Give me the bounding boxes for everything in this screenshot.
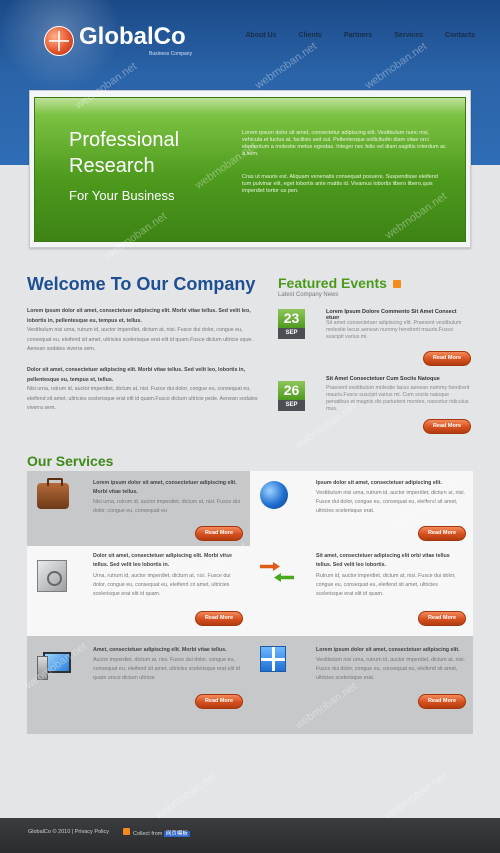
service-card: Amet, consectetuer adipiscing elit. Morb… [27, 636, 250, 734]
event-date-badge: 26 SEP [278, 381, 305, 411]
featured-events-subtitle: Latest Company News [278, 292, 339, 298]
banner-subheading: For Your Business [69, 188, 175, 203]
service-card: Lorem ipsum dolor sit amet, consectetuer… [250, 636, 473, 734]
welcome-lead-2: Dolor sit amet, consectetuer adipiscing … [27, 367, 246, 383]
footer: GlobalCo © 2010 | Privacy Policy Collect… [0, 818, 500, 853]
welcome-text-2: Nisi urna, rutrum id, auctor imperdiet, … [27, 386, 258, 411]
welcome-text-1: Vestibulum nisi urna, rutrum id, auctor … [27, 327, 253, 352]
services-grid: Lorem ipsum dolor sit amet, consectetuer… [27, 471, 473, 734]
globe-logo-icon [44, 26, 74, 56]
service-title: Dolor sit amet, consectetuer adipiscing … [93, 553, 232, 568]
service-read-more-button[interactable]: Read More [418, 694, 466, 709]
welcome-lead-1: Lorem ipsum dolor sit amet, consectetuer… [27, 308, 251, 324]
event-read-more-button[interactable]: Read More [423, 419, 471, 434]
banner-heading: Professional Research [69, 129, 180, 177]
banner-text-1: Lorem ipsum dolor sit amet, consectetur … [242, 130, 446, 157]
footer-copyright: GlobalCo © 2010 | Privacy Policy [28, 829, 109, 835]
nav-services[interactable]: Services [394, 32, 423, 39]
hero-banner: Professional Research For Your Business … [34, 97, 466, 242]
nav-partners[interactable]: Partners [344, 32, 372, 39]
gift-icon [260, 646, 286, 672]
service-text: Vestibulum nisi urna, rutrum id, auctor … [316, 657, 465, 681]
collect-link[interactable]: 网页模板 [163, 831, 190, 837]
banner-text-2: Cras ut mauris est. Aliquam venenatis co… [242, 174, 438, 194]
event-read-more-button[interactable]: Read More [423, 351, 471, 366]
nav-contacts[interactable]: Contacts [445, 32, 475, 39]
service-card: Ipsum dolor sit amet, consectetuer adipi… [250, 471, 473, 546]
service-card: Sit amet, consectetuer adipiscing elit o… [250, 546, 473, 636]
service-text: Nisi urna, rutrum id, auctor imperdiet, … [93, 499, 240, 514]
briefcase-icon [37, 478, 69, 509]
brand-tagline: Business Company [149, 51, 193, 57]
service-read-more-button[interactable]: Read More [195, 526, 243, 541]
service-title: Ipsum dolor sit amet, consectetuer adipi… [316, 480, 442, 486]
globe-icon [260, 481, 288, 509]
services-title: Our Services [27, 453, 114, 469]
service-title: Sit amet, consectetuer adipiscing elit o… [316, 553, 450, 568]
event-text: Praesent vestibulum molestie lacus aenea… [326, 385, 470, 412]
service-read-more-button[interactable]: Read More [195, 611, 243, 626]
service-read-more-button[interactable]: Read More [418, 611, 466, 626]
nav-clients[interactable]: Clients [298, 32, 321, 39]
rss-icon[interactable] [123, 828, 130, 835]
logo[interactable]: GlobalCo Business Company [44, 25, 192, 57]
computer-icon [37, 650, 71, 680]
service-read-more-button[interactable]: Read More [418, 526, 466, 541]
service-text: Auctor imperdiet, dictum at, nisi. Fusce… [93, 657, 240, 681]
event-text: Sit amet consectetuer adipiscing elit. P… [326, 320, 462, 340]
footer-collect: Collect from 网页模板 [133, 831, 190, 837]
service-title: Lorem ipsum dolor sit amet, consectetuer… [93, 480, 237, 495]
featured-events-title: Featured Events [278, 275, 387, 291]
service-title: Lorem ipsum dolor sit amet, consectetuer… [316, 647, 460, 653]
event-date-badge: 23 SEP [278, 309, 305, 339]
safe-icon [37, 560, 67, 592]
privacy-policy-link[interactable]: Privacy Policy [75, 829, 109, 835]
arrows-icon [260, 560, 294, 584]
service-text: Urna, rutrum id, auctor imperdiet, dictu… [93, 573, 231, 597]
service-read-more-button[interactable]: Read More [195, 694, 243, 709]
service-card: Dolor sit amet, consectetuer adipiscing … [27, 546, 250, 636]
welcome-title: Welcome To Our Company [27, 274, 256, 294]
rss-icon[interactable] [393, 280, 401, 288]
watermark: webmoban.net [383, 770, 450, 822]
service-text: Vestibulum nisi urna, rutrum id, auctor … [316, 490, 465, 514]
service-text: Rutrum id, auctor imperdiet, dictum at, … [316, 573, 456, 597]
watermark: webmoban.net [153, 770, 220, 822]
main-nav: About Us Clients Partners Services Conta… [223, 32, 475, 39]
event-title[interactable]: Sit Amet Consectetuer Cum Sociis Natoque [326, 376, 471, 382]
brand-name: GlobalCo [79, 23, 186, 50]
nav-about-us[interactable]: About Us [245, 32, 276, 39]
service-title: Amet, consectetuer adipiscing elit. Morb… [93, 647, 227, 653]
service-card: Lorem ipsum dolor sit amet, consectetuer… [27, 471, 250, 546]
